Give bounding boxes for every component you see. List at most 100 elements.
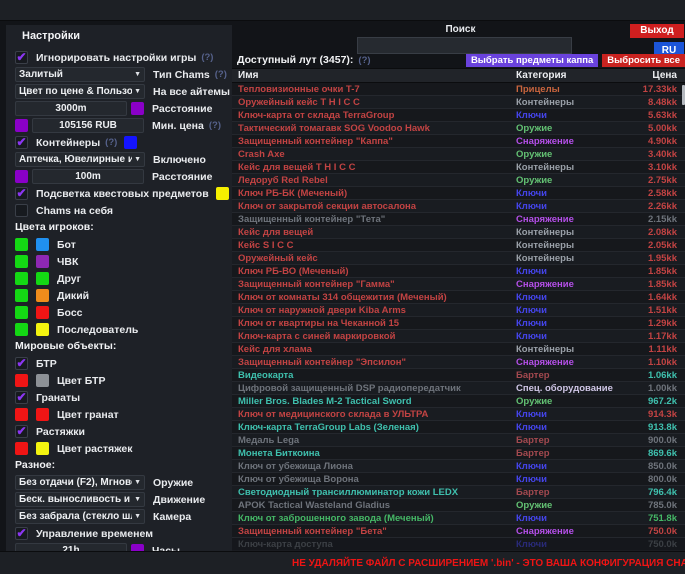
all-items-mode-select[interactable]: Цвет по цене & Пользователь▼ — [15, 84, 145, 99]
color-btr-swatch-1[interactable] — [15, 374, 28, 387]
exit-button[interactable]: Выход — [630, 24, 684, 38]
drop-all-button[interactable]: Выбросить все — [602, 54, 685, 67]
loot-item-price: 5.00kk — [621, 123, 685, 134]
color-bot-swatch-2[interactable] — [36, 238, 49, 251]
color-boss-swatch-1[interactable] — [15, 306, 28, 319]
loot-row[interactable]: Цифровой защищенный DSP радиопередатчикС… — [232, 382, 685, 395]
items-distance-input[interactable] — [15, 101, 127, 116]
time-control-checkbox[interactable]: ✔ — [15, 527, 28, 540]
loot-row[interactable]: ВидеокартаБартер1.06kk — [232, 369, 685, 382]
grenades-checkbox[interactable]: ✔ — [15, 391, 28, 404]
loot-row[interactable]: Ключ-карта доступаКлючи750.0k — [232, 538, 685, 551]
loot-item-name: Miller Bros. Blades M-2 Tactical Sword — [232, 396, 516, 407]
loot-row[interactable]: Защищенный контейнер "Гамма"Снаряжение1.… — [232, 278, 685, 291]
containers-checkbox[interactable]: ✔ — [15, 136, 28, 149]
loot-item-price: 2.15kk — [621, 214, 685, 225]
loot-row[interactable]: Защищенный контейнер "Тета"Снаряжение2.1… — [232, 213, 685, 226]
loot-row[interactable]: Ключ от комнаты 314 общежития (Меченый)К… — [232, 291, 685, 304]
loot-table-header: Имя Категория Цена — [232, 68, 685, 83]
color-follower-swatch-2[interactable] — [36, 323, 49, 336]
loot-item-price: 1.95kk — [621, 253, 685, 264]
loot-row[interactable]: Кейс S I C CКонтейнеры2.05kk — [232, 239, 685, 252]
loot-item-price: 900.0k — [621, 435, 685, 446]
loot-item-price: 967.2k — [621, 396, 685, 407]
loot-row[interactable]: Ключ от убежища ВоронаКлючи800.0k — [232, 473, 685, 486]
loot-row[interactable]: Защищенный контейнер "Каппа"Снаряжение4.… — [232, 135, 685, 148]
movement-options-select[interactable]: Беск. выносливость и нет уста▼ — [15, 492, 145, 507]
tripwires-checkbox[interactable]: ✔ — [15, 425, 28, 438]
quest-highlight-checkbox[interactable]: ✔ — [15, 187, 28, 200]
loot-row[interactable]: Защищенный контейнер "Бета"Снаряжение750… — [232, 525, 685, 538]
color-grenades-swatch-2[interactable] — [36, 408, 49, 421]
loot-row[interactable]: Медаль LegaБартер900.0k — [232, 434, 685, 447]
min-price-input[interactable] — [32, 118, 144, 133]
color-friend-swatch-2[interactable] — [36, 272, 49, 285]
color-pmc-swatch-1[interactable] — [15, 255, 28, 268]
loot-row[interactable]: Ключ РБ-БК (Меченый)Ключи2.58kk — [232, 187, 685, 200]
color-follower-swatch-1[interactable] — [15, 323, 28, 336]
loot-row[interactable]: Защищенный контейнер "Эпсилон"Снаряжение… — [232, 356, 685, 369]
loot-row[interactable]: Ключ от убежища ЛионаКлючи850.0k — [232, 460, 685, 473]
self-chams-checkbox[interactable] — [15, 204, 28, 217]
setting-label: Друг — [57, 273, 81, 285]
loot-row[interactable]: Ключ-карта от склада TerraGroupКлючи5.63… — [232, 109, 685, 122]
containers-distance-input[interactable] — [32, 169, 144, 184]
color-bot-swatch-1[interactable] — [15, 238, 28, 251]
loot-row[interactable]: Тепловизионные очки T-7Прицелы17.33kk — [232, 83, 685, 96]
color-pmc-swatch-2[interactable] — [36, 255, 49, 268]
setting-label: Камера — [153, 511, 191, 523]
color-swatch[interactable] — [216, 187, 229, 200]
ignore-game-settings-checkbox[interactable]: ✔ — [15, 51, 28, 64]
containers-filter-select[interactable]: Аптечка, Ювелирные и...▼ — [15, 152, 145, 167]
color-swatch[interactable] — [15, 170, 28, 183]
loot-row[interactable]: Тактический томагавк SOG Voodoo HawkОруж… — [232, 122, 685, 135]
loot-row[interactable]: Ключ-карта с синей маркировкойКлючи1.17k… — [232, 330, 685, 343]
color-scav-swatch-2[interactable] — [36, 289, 49, 302]
color-friend-swatch-1[interactable] — [15, 272, 28, 285]
loot-row[interactable]: Ключ от заброшенного завода (Меченый)Клю… — [232, 512, 685, 525]
loot-row[interactable]: Кейс для хламаКонтейнеры1.11kk — [232, 343, 685, 356]
loot-row[interactable]: APOK Tactical Wasteland GladiusОружие785… — [232, 499, 685, 512]
camera-options-select[interactable]: Без забрала (стекло шлема)▼ — [15, 509, 145, 524]
color-swatch[interactable] — [15, 119, 28, 132]
loot-row[interactable]: Кейс для вещей T H I C CКонтейнеры3.10kk — [232, 161, 685, 174]
loot-item-category: Ключи — [516, 539, 621, 550]
loot-item-price: 800.0k — [621, 474, 685, 485]
color-btr-swatch-2[interactable] — [36, 374, 49, 387]
loot-row[interactable]: Светодиодный трансиллюминатор кожи LEDXБ… — [232, 486, 685, 499]
btr-checkbox[interactable]: ✔ — [15, 357, 28, 370]
setting-row-chams-type: Залитый▼Тип Chams(?) — [6, 66, 232, 83]
loot-row[interactable]: Кейс для вещейКонтейнеры2.08kk — [232, 226, 685, 239]
select-kappa-button[interactable]: Выбрать предметы каппа — [466, 54, 598, 67]
chams-type-select[interactable]: Залитый▼ — [15, 67, 145, 82]
loot-item-category: Ключи — [516, 305, 621, 316]
loot-row[interactable]: Ледоруб Red RebelОружие2.75kk — [232, 174, 685, 187]
loot-row[interactable]: Оружейный кейсКонтейнеры1.95kk — [232, 252, 685, 265]
color-boss-swatch-2[interactable] — [36, 306, 49, 319]
loot-row[interactable]: Ключ РБ-ВО (Меченый)Ключи1.85kk — [232, 265, 685, 278]
setting-row-color-tripwires: Цвет растяжек — [6, 440, 232, 457]
loot-row[interactable]: Ключ от медицинского склада в УЛЬТРАКлюч… — [232, 408, 685, 421]
color-scav-swatch-1[interactable] — [15, 289, 28, 302]
weapon-options-select[interactable]: Без отдачи (F2), Мгновенное п▼ — [15, 475, 145, 490]
loot-row[interactable]: Ключ от квартиры на Чеканной 15Ключи1.29… — [232, 317, 685, 330]
loot-row[interactable]: Оружейный кейс T H I C CКонтейнеры8.48kk — [232, 96, 685, 109]
dropdown-value: Аптечка, Ювелирные и... — [19, 154, 132, 165]
loot-item-name: Ключ РБ-БК (Меченый) — [232, 188, 516, 199]
color-grenades-swatch-1[interactable] — [15, 408, 28, 421]
loot-row[interactable]: Ключ от наружной двери Kiba ArmsКлючи1.5… — [232, 304, 685, 317]
color-swatch[interactable] — [131, 102, 144, 115]
loot-row[interactable]: Crash AxeОружие3.40kk — [232, 148, 685, 161]
color-swatch[interactable] — [124, 136, 137, 149]
loot-row[interactable]: Монета БиткоинаБартер869.6k — [232, 447, 685, 460]
color-tripwires-swatch-1[interactable] — [15, 442, 28, 455]
setting-row-items-distance: Расстояние — [6, 100, 232, 117]
loot-item-name: Ледоруб Red Rebel — [232, 175, 516, 186]
setting-row-containers-distance: Расстояние — [6, 168, 232, 185]
dropdown-value: Залитый — [19, 69, 132, 80]
setting-row-containers: ✔Контейнеры(?) — [6, 134, 232, 151]
loot-row[interactable]: Ключ-карта TerraGroup Labs (Зеленая)Ключ… — [232, 421, 685, 434]
loot-row[interactable]: Miller Bros. Blades M-2 Tactical SwordОр… — [232, 395, 685, 408]
loot-row[interactable]: Ключ от закрытой секции автосалонаКлючи2… — [232, 200, 685, 213]
color-tripwires-swatch-2[interactable] — [36, 442, 49, 455]
